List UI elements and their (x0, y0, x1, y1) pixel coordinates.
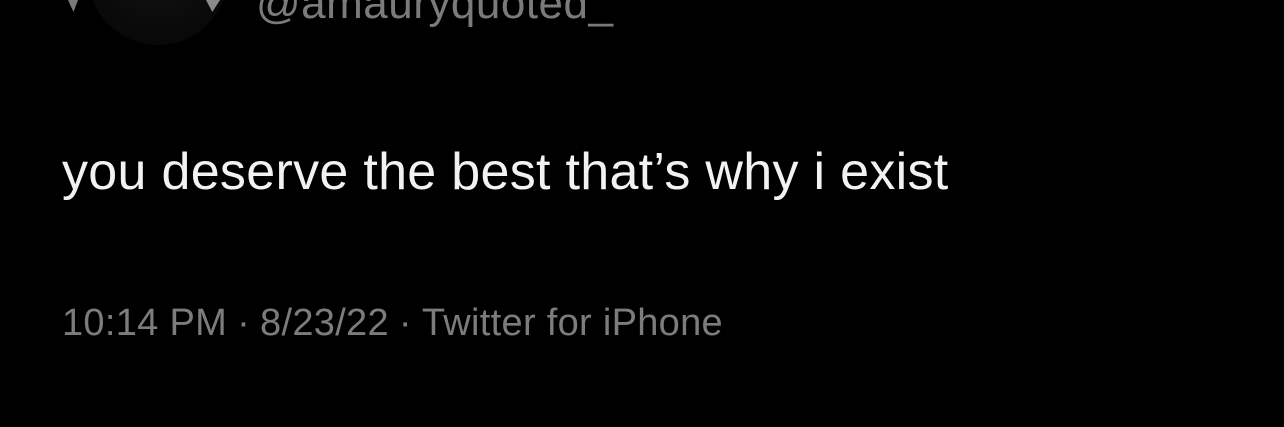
tweet-source-link[interactable]: Twitter for iPhone (422, 302, 723, 344)
tweet-text: you deserve the best that’s why i exist (62, 143, 949, 201)
tweet-time[interactable]: 10:14 PM (62, 302, 227, 344)
user-handle[interactable]: @amauryquoted_ (256, 0, 613, 30)
meta-separator: · (398, 302, 412, 344)
meta-separator: · (237, 302, 251, 344)
tweet-detail: @amauryquoted_ you deserve the best that… (0, 0, 1284, 427)
tweet-metadata: 10:14 PM · 8/23/22 · Twitter for iPhone (62, 300, 723, 346)
avatar[interactable] (88, 0, 228, 45)
avatar-decoration-left (68, 0, 78, 12)
tweet-date[interactable]: 8/23/22 (260, 302, 389, 344)
